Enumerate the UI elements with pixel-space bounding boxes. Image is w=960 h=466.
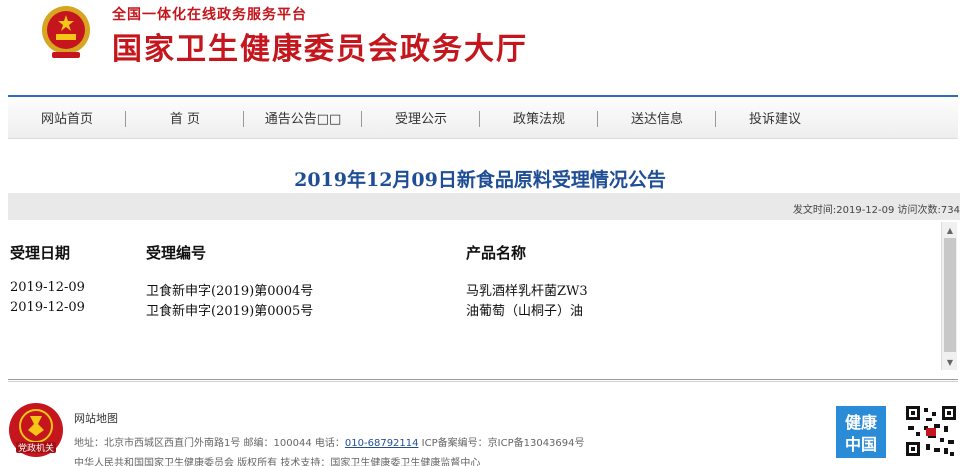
row2-number: 卫食新申字(2019)第0005号	[146, 304, 314, 319]
header-date: 受理日期	[10, 244, 71, 262]
row1-number: 卫食新申字(2019)第0004号	[146, 284, 314, 299]
content-scrollbar[interactable]: ▲ ▼	[941, 222, 957, 370]
nav-item-notices[interactable]: 通告公告□□	[244, 97, 362, 138]
nav-item-complaints[interactable]: 投诉建议	[716, 97, 834, 138]
main-nav: 网站首页 首 页 通告公告□□ 受理公示 政策法规 送达信息 投诉建议	[8, 95, 958, 139]
icp-text: ICP备案编号：京ICP备13043694号	[418, 438, 585, 449]
row1-date: 2019-12-09	[10, 280, 85, 295]
header-product: 产品名称	[466, 244, 527, 262]
nav-item-delivery[interactable]: 送达信息	[598, 97, 716, 138]
health-text-2: 中国	[845, 435, 877, 454]
page-title: 2019年12月09日新食品原料受理情况公告	[294, 169, 666, 191]
site-title: 国家卫生健康委员会政务大厅	[112, 32, 528, 67]
phone-link[interactable]: 010-68792114	[345, 438, 419, 449]
qr-code-icon	[904, 404, 958, 458]
nav-item-site-home[interactable]: 网站首页	[8, 97, 126, 138]
footer-address: 地址：北京市西城区西直门外南路1号 邮编：100044 电话：010-68792…	[74, 434, 585, 449]
row2-date: 2019-12-09	[10, 300, 85, 315]
health-china-logo-icon[interactable]: 健康 中国	[834, 404, 888, 460]
content-table: 受理日期 受理编号 产品名称 2019-12-09 卫食新申字(2019)第00…	[8, 224, 940, 374]
party-government-logo-icon[interactable]: 党政机关	[8, 402, 64, 458]
scroll-thumb[interactable]	[944, 238, 956, 352]
article-meta-bar: 发文时间:2019-12-09 访问次数:734	[8, 193, 960, 220]
site-header: 全国一体化在线政务服务平台 国家卫生健康委员会政务大厅	[0, 0, 960, 95]
publish-info: 发文时间:2019-12-09 访问次数:734	[792, 205, 960, 216]
header-number: 受理编号	[146, 244, 207, 262]
scroll-down-arrow-icon[interactable]: ▼	[942, 354, 958, 370]
footer-copyright: 中华人民共和国国家卫生健康委员会 版权所有 技术支持：国家卫生健康委卫生健康监督…	[74, 458, 481, 466]
footer-divider	[8, 379, 958, 382]
nav-item-home[interactable]: 首 页	[126, 97, 244, 138]
sitemap-link[interactable]: 网站地图	[74, 410, 118, 426]
scroll-up-arrow-icon[interactable]: ▲	[942, 222, 958, 238]
health-text-1: 健康	[845, 413, 878, 432]
nav-item-acceptance[interactable]: 受理公示	[362, 97, 480, 138]
platform-subtitle: 全国一体化在线政务服务平台	[112, 7, 307, 23]
row2-product: 油葡萄（山桐子）油	[466, 304, 584, 319]
address-text: 地址：北京市西城区西直门外南路1号 邮编：100044 电话：	[74, 438, 345, 449]
national-emblem-icon	[42, 6, 90, 58]
nav-item-policy[interactable]: 政策法规	[480, 97, 598, 138]
row1-product: 马乳酒样乳杆菌ZW3	[466, 284, 588, 299]
logo-label: 党政机关	[18, 442, 54, 454]
